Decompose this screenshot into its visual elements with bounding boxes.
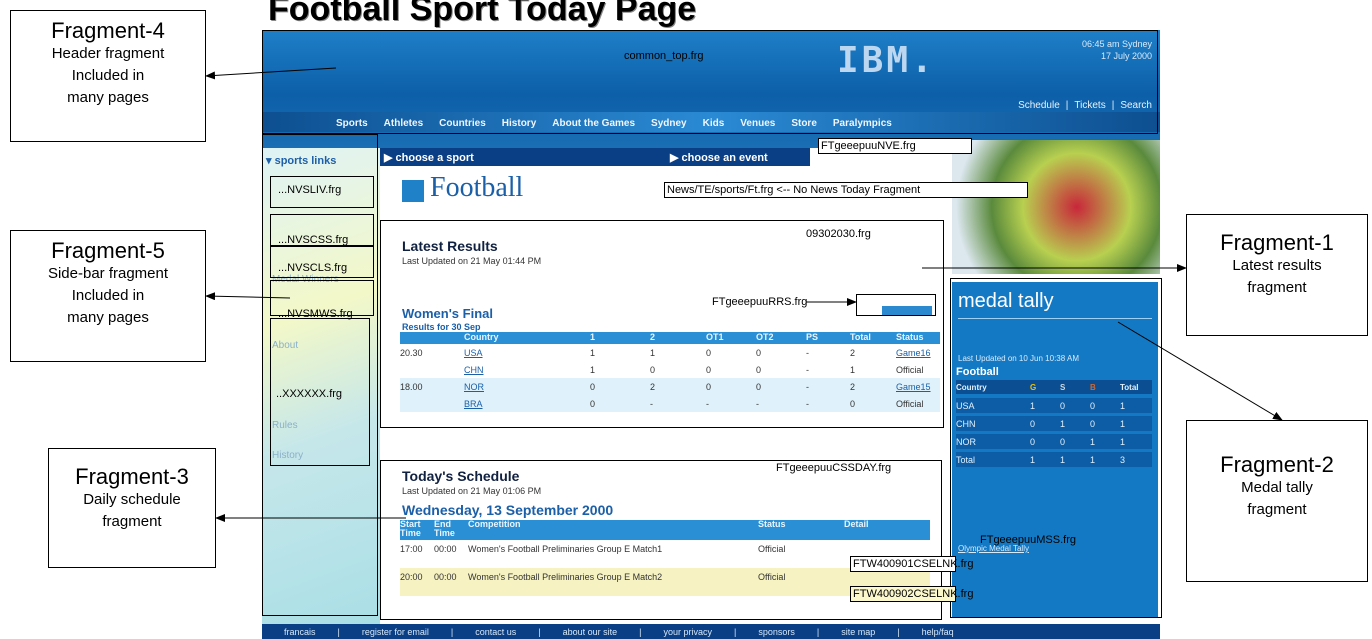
callout-desc-line: Latest results <box>1232 257 1322 274</box>
callout-desc-line: fragment <box>1247 501 1307 518</box>
footer-separator: | <box>897 626 900 637</box>
fragment-label-medal: FTgeeepuuMSS.frg <box>980 534 1076 546</box>
fragment-label-nav: FTgeeepuuNVE.frg <box>818 138 972 154</box>
diagram-title: Football Sport Today Page <box>268 0 697 28</box>
callout-desc-line: Side-bar fragment <box>47 265 169 282</box>
footer-link-francais[interactable]: francais <box>284 627 316 637</box>
callout-fragment-5: Fragment-5 Side-bar fragment Included in… <box>10 230 206 362</box>
callout-desc-line: fragment <box>1247 279 1307 296</box>
footer-link-help[interactable]: help/faq <box>922 627 954 637</box>
fragment-label-results: FTgeeepuuRRS.frg <box>712 296 808 308</box>
footer-separator: | <box>639 626 642 637</box>
callout-desc-line: many pages <box>67 309 149 326</box>
fragment-label-no-news: News/TE/sports/Ft.frg <-- No News Today … <box>664 182 1028 198</box>
footer-link-register[interactable]: register for email <box>362 627 429 637</box>
callout-title: Fragment-4 <box>51 18 165 43</box>
callout-desc-line: Medal tally <box>1241 479 1313 496</box>
fragment-label-header: common_top.frg <box>624 50 704 62</box>
fragment-box-details <box>856 294 936 316</box>
fragment-label-side-1: ...NVSLIV.frg <box>278 184 342 196</box>
callout-title: Fragment-3 <box>75 464 189 489</box>
fragment-label-link-2: FTW400902CSELNK.frg <box>850 586 973 602</box>
fragment-box-medal-tally <box>950 278 1162 618</box>
callout-desc-line: Header fragment <box>51 45 165 62</box>
callout-desc-line: Daily schedule <box>83 491 181 508</box>
choose-sport-menu[interactable]: ▶ choose a sport <box>384 151 670 164</box>
callout-fragment-3: Fragment-3 Daily schedule fragment <box>48 448 216 568</box>
footer-separator: | <box>337 626 340 637</box>
callout-desc-line: fragment <box>102 513 162 530</box>
football-icon <box>402 180 424 202</box>
fragment-label-side-2: ...NVSCSS.frg <box>278 234 349 246</box>
callout-title: Fragment-2 <box>1220 452 1334 477</box>
choose-event-menu[interactable]: ▶ choose an event <box>670 151 768 164</box>
fragment-box-header <box>262 30 1158 134</box>
footer-links: francais | register for email | contact … <box>262 624 1160 639</box>
callout-fragment-4: Fragment-4 Header fragment Included in m… <box>10 10 206 142</box>
fragment-label-side-4: ...NVSMWS.frg <box>278 308 353 320</box>
choose-bar: ▶ choose a sport ▶ choose an event <box>380 148 810 166</box>
footer-link-about[interactable]: about our site <box>563 627 618 637</box>
football-players-photo <box>952 140 1160 274</box>
callout-desc-line: many pages <box>67 89 149 106</box>
fragment-label-side-5: ..XXXXXX.frg <box>276 388 343 400</box>
fragment-label-latest: 09302030.frg <box>806 228 871 240</box>
sport-title: Football <box>430 172 524 203</box>
footer-separator: | <box>734 626 737 637</box>
fragment-label-side-3: ...NVSCLS.frg <box>278 262 348 274</box>
fragment-label-link-1: FTW400901CSELNK.frg <box>850 556 973 572</box>
footer-link-contact[interactable]: contact us <box>475 627 516 637</box>
footer-link-privacy[interactable]: your privacy <box>664 627 713 637</box>
footer-link-sponsors[interactable]: sponsors <box>758 627 795 637</box>
callout-desc-line: Included in <box>71 287 145 304</box>
callout-fragment-2: Fragment-2 Medal tally fragment <box>1186 420 1368 582</box>
fragment-box-latest-results <box>380 220 944 428</box>
callout-desc-line: Included in <box>71 67 145 84</box>
footer-link-site-map[interactable]: site map <box>841 627 875 637</box>
fragment-label-schedule: FTgeeepuuCSSDAY.frg <box>776 462 892 474</box>
callout-title: Fragment-5 <box>51 238 165 263</box>
footer-separator: | <box>450 626 454 637</box>
footer-separator: | <box>816 626 820 637</box>
callout-fragment-1: Fragment-1 Latest results fragment <box>1186 214 1368 336</box>
footer-separator: | <box>538 626 541 637</box>
callout-title: Fragment-1 <box>1220 230 1334 255</box>
